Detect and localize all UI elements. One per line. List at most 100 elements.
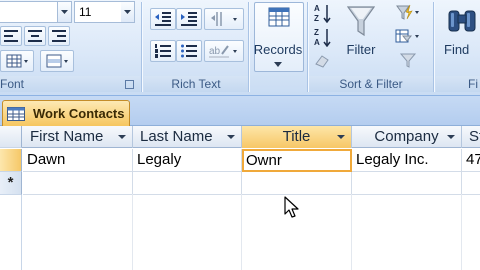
decrease-indent-button[interactable]	[150, 8, 176, 30]
sort-ascending-button[interactable]: AZ	[311, 2, 335, 24]
decrease-indent-icon	[155, 12, 171, 26]
find-button[interactable]	[442, 2, 480, 72]
records-dropdown-icon	[274, 62, 282, 67]
sort-descending-button[interactable]: ZA	[311, 26, 335, 48]
sort-ascending-icon: AZ	[314, 4, 331, 23]
cell-first-name[interactable]: Dawn	[23, 149, 133, 172]
column-dropdown-icon[interactable]	[447, 135, 455, 139]
column-guide	[461, 194, 462, 270]
font-dialog-launcher-icon[interactable]	[125, 80, 134, 89]
find-button-label: Find	[444, 42, 470, 57]
column-dropdown-icon[interactable]	[118, 135, 126, 139]
alternate-fill-button[interactable]	[40, 50, 74, 72]
column-header-label: First Name	[30, 128, 104, 145]
cell-new-last-name[interactable]	[133, 172, 242, 195]
tab-work-contacts[interactable]: Work Contacts	[2, 100, 130, 126]
bullets-icon	[181, 44, 197, 58]
rich-text-group: ab Rich Text	[144, 0, 248, 94]
cell-new-first-name[interactable]	[23, 172, 133, 195]
cell-company[interactable]: Legaly Inc.	[352, 149, 462, 172]
group-separator	[248, 2, 249, 92]
svg-text:Z: Z	[314, 28, 319, 37]
record-selector[interactable]	[0, 149, 22, 172]
selection-button[interactable]	[391, 2, 425, 24]
column-header-row: First Name Last Name Title Company St	[0, 126, 480, 148]
table-row: Dawn Legaly Ownr Legaly Inc. 47	[0, 149, 480, 172]
svg-text:A: A	[314, 38, 320, 47]
bullets-button[interactable]	[176, 40, 202, 62]
increase-indent-button[interactable]	[176, 8, 202, 30]
column-header-label: Title	[282, 128, 311, 145]
selector-column	[0, 195, 22, 270]
filter-funnel-icon	[347, 6, 375, 37]
group-separator	[433, 2, 434, 92]
align-left-icon	[4, 30, 18, 42]
toggle-filter-icon	[399, 53, 417, 68]
cell-new-company[interactable]	[352, 172, 462, 195]
cell-new-title[interactable]	[242, 172, 352, 195]
toggle-filter-button[interactable]	[391, 50, 425, 70]
alternate-fill-icon	[46, 54, 68, 68]
clear-sorts-icon	[315, 55, 329, 68]
column-header-label: Company	[374, 128, 439, 145]
rich-text-group-label: Rich Text	[144, 76, 248, 92]
cell-new-street[interactable]	[462, 172, 480, 195]
font-name-dropdown[interactable]	[58, 1, 72, 23]
advanced-filter-button[interactable]	[391, 26, 425, 48]
column-header-title[interactable]: Title	[242, 126, 352, 148]
sort-descending-icon: ZA	[314, 28, 331, 47]
table-icon	[7, 106, 25, 121]
highlight-color-button[interactable]: ab	[204, 40, 244, 62]
new-record-row: *	[0, 172, 480, 195]
font-group-label: Font	[0, 76, 140, 92]
numbering-button[interactable]	[150, 40, 176, 62]
sort-filter-group-label: Sort & Filter	[309, 76, 433, 92]
column-guide	[132, 194, 133, 270]
increase-indent-icon	[181, 12, 197, 26]
column-header-street[interactable]: St	[462, 126, 480, 148]
cell-title-editing[interactable]: Ownr	[242, 149, 352, 172]
font-size-field[interactable]: 11	[74, 1, 122, 23]
column-header-last-name[interactable]: Last Name	[133, 126, 242, 148]
find-group: Find Fi	[436, 0, 480, 94]
selection-icon	[396, 4, 419, 20]
column-guide	[241, 194, 242, 270]
column-dropdown-icon[interactable]	[337, 135, 345, 139]
filter-button[interactable]	[339, 2, 383, 72]
find-group-label: Fi	[436, 76, 480, 92]
group-separator	[307, 2, 308, 92]
align-left-button[interactable]	[0, 26, 22, 46]
new-record-selector[interactable]: *	[0, 172, 22, 195]
advanced-filter-icon	[395, 29, 419, 43]
sort-filter-group: AZ ZA Filter Sort & Filter	[309, 0, 433, 94]
filter-button-label: Filter	[346, 42, 376, 57]
gridlines-button[interactable]	[0, 50, 34, 72]
records-group: Records	[250, 0, 306, 94]
font-size-dropdown[interactable]	[121, 1, 135, 23]
paragraph-direction-icon	[211, 12, 237, 26]
column-guide	[351, 194, 352, 270]
svg-text:ab: ab	[209, 46, 221, 57]
column-header-first-name[interactable]: First Name	[23, 126, 133, 148]
records-button-label: Records	[253, 42, 303, 57]
document-tab-strip: Work Contacts	[0, 96, 480, 126]
font-name-field[interactable]	[0, 1, 58, 23]
select-all-button[interactable]	[0, 126, 22, 148]
paragraph-direction-button[interactable]	[204, 8, 244, 30]
clear-sorts-button[interactable]	[311, 50, 335, 70]
cell-last-name[interactable]: Legaly	[133, 149, 242, 172]
font-group: 11 Font	[0, 0, 140, 94]
highlight-color-icon: ab	[209, 45, 237, 58]
cell-street[interactable]: 47	[462, 149, 480, 172]
svg-text:Z: Z	[314, 14, 319, 23]
column-header-label: St	[469, 128, 480, 145]
align-center-button[interactable]	[24, 26, 46, 46]
mouse-cursor-icon	[284, 196, 299, 218]
column-dropdown-icon[interactable]	[227, 135, 235, 139]
binoculars-icon	[448, 10, 476, 32]
align-right-button[interactable]	[48, 26, 70, 46]
column-header-company[interactable]: Company	[352, 126, 462, 148]
align-right-icon	[52, 30, 66, 42]
column-header-label: Last Name	[140, 128, 213, 145]
numbering-icon	[155, 44, 171, 58]
